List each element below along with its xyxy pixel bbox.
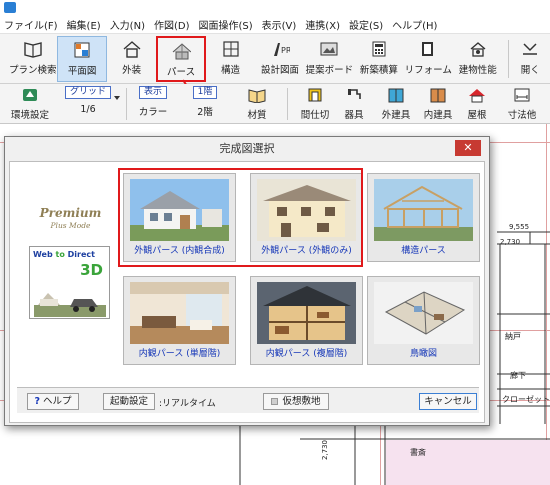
secondary-toolbar: 環境設定 グリッド 1/6 表示 カラー 1階 2階 材質 間仕切 器具 外建具…: [0, 84, 550, 124]
web-to-direct-label: Web to Direct: [33, 250, 95, 259]
grid-button[interactable]: グリッド 1/6: [65, 86, 112, 122]
exterior-fitting-label: 外建具: [381, 110, 411, 121]
help-label: ヘルプ: [43, 396, 72, 407]
virtual-site-label: 仮想敷地: [282, 396, 321, 407]
help-button[interactable]: ? ヘルプ: [27, 393, 79, 410]
grid-chip: グリッド: [65, 86, 112, 99]
fixture-label: 器具: [344, 110, 364, 121]
dialog-body: Premium Plus Mode Web to Direct 3D 外観パース…: [9, 161, 485, 423]
dialog-footer: ? ヘルプ 起動設定 :リアルタイム 仮想敷地 キャンセル: [17, 387, 479, 413]
section-house-icon: [257, 282, 356, 344]
env-settings-button[interactable]: 環境設定: [8, 86, 52, 122]
partition-icon: [305, 86, 325, 104]
tile-interior-multi[interactable]: 内観パース (複層階): [250, 276, 363, 365]
close-button[interactable]: ✕: [455, 140, 481, 156]
completion-drawing-dialog: 完成図選択 ✕ Premium Plus Mode Web to Direct …: [4, 136, 490, 426]
room-label: 納戸: [505, 332, 521, 341]
fixture-button[interactable]: 器具: [340, 86, 368, 122]
floor-button[interactable]: 1階 2階: [190, 86, 220, 122]
grid-dropdown[interactable]: [112, 86, 122, 122]
dimension-text: 2,730: [321, 439, 330, 461]
help-icon: ?: [34, 396, 40, 407]
virtual-site-icon: [271, 398, 279, 405]
web-to-direct-3d-badge: 3D: [80, 261, 103, 279]
interior-fitting-label: 内建具: [423, 110, 453, 121]
dimension-text: 9,555: [509, 223, 530, 231]
faucet-icon: [344, 86, 364, 104]
partition-label: 間仕切: [300, 110, 330, 121]
cancel-button[interactable]: キャンセル: [419, 393, 477, 410]
material-book-icon: [247, 86, 267, 104]
toolbar-separator: [126, 88, 127, 120]
tile-birds-eye[interactable]: 鳥瞰図: [367, 276, 480, 365]
window-icon: [386, 86, 406, 104]
dimension-icon: [512, 86, 532, 104]
birds-eye-plan-icon: [374, 282, 473, 344]
partition-button[interactable]: 間仕切: [296, 86, 334, 122]
room-label: 書斎: [410, 448, 426, 457]
roof-icon: [467, 86, 487, 104]
dialog-title: 完成図選択: [219, 142, 275, 155]
exterior-fitting-button[interactable]: 外建具: [378, 86, 414, 122]
material-button[interactable]: 材質: [243, 86, 271, 122]
toolbar-separator: [287, 88, 288, 120]
tile-label: 構造パース: [401, 246, 446, 256]
grid-value: 1/6: [80, 104, 96, 115]
interior-fitting-button[interactable]: 内建具: [420, 86, 456, 122]
premium-subtitle: Plus Mode: [50, 221, 91, 230]
floor-chip: 1階: [192, 86, 218, 99]
tile-interior-single[interactable]: 内観パース (単層階): [123, 276, 236, 365]
startup-settings-button[interactable]: 起動設定: [103, 393, 155, 410]
car-and-house-icon: [34, 293, 106, 317]
tile-label: 内観パース (複層階): [265, 349, 348, 359]
tile-label: 内観パース (単層階): [138, 349, 221, 359]
tile-label: 鳥瞰図: [409, 349, 437, 359]
dimension-label: 寸法他: [507, 110, 537, 121]
structure-frame-icon: [374, 179, 473, 241]
dimension-button[interactable]: 寸法他: [502, 86, 542, 122]
web-to-direct-3d-button[interactable]: Web to Direct 3D: [29, 246, 110, 319]
door-icon: [428, 86, 448, 104]
highlight-box: [118, 168, 363, 267]
startup-mode-label: :リアルタイム: [159, 399, 216, 409]
interior-room-icon: [130, 282, 229, 344]
virtual-site-button[interactable]: 仮想敷地: [263, 393, 329, 410]
floor-value: 2階: [197, 107, 213, 118]
display-button[interactable]: 表示 カラー: [135, 86, 171, 122]
premium-plus-logo: Premium Plus Mode: [28, 206, 113, 230]
tile-structure[interactable]: 構造パース: [367, 173, 480, 262]
room-label: 廊下: [510, 371, 526, 380]
env-settings-label: 環境設定: [10, 110, 49, 121]
premium-title: Premium: [39, 206, 102, 220]
display-chip: 表示: [138, 86, 167, 99]
roof-button[interactable]: 屋根: [464, 86, 490, 122]
env-settings-icon: [20, 86, 40, 104]
chevron-down-icon: [114, 96, 120, 100]
display-value: カラー: [138, 107, 168, 118]
room-label: クローゼット: [502, 395, 550, 404]
material-label: 材質: [247, 110, 267, 121]
roof-label: 屋根: [467, 110, 487, 121]
dimension-text: 2,730: [500, 238, 521, 246]
